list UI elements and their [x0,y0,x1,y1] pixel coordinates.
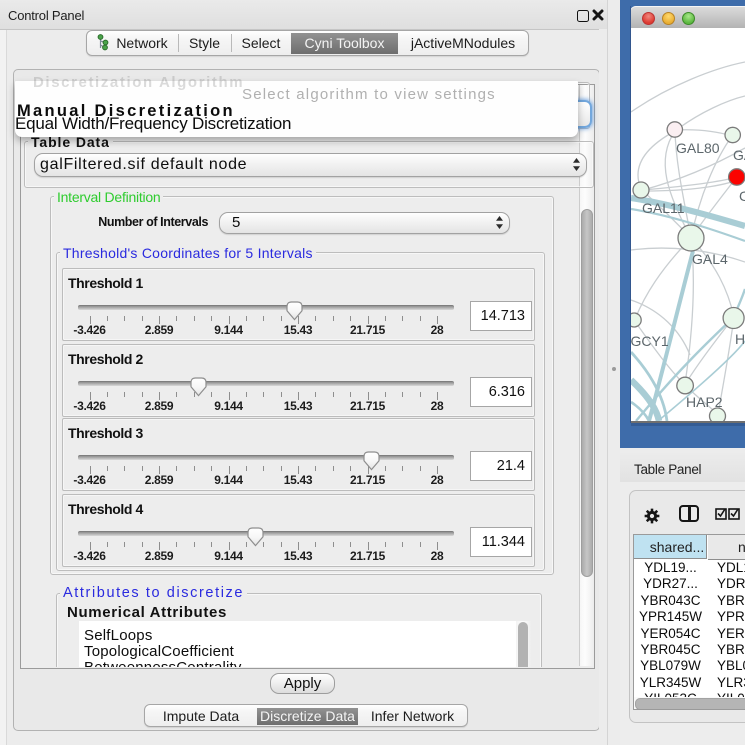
svg-text:HAP2: HAP2 [686,394,723,410]
svg-text:GAL80: GAL80 [676,140,720,156]
svg-text:GAL11: GAL11 [642,200,685,216]
svg-text:GA: GA [733,147,745,163]
svg-text:GAL4: GAL4 [692,251,728,267]
svg-text:C: C [739,188,745,204]
svg-text:GCY1: GCY1 [631,333,669,349]
svg-text:H: H [735,331,745,347]
